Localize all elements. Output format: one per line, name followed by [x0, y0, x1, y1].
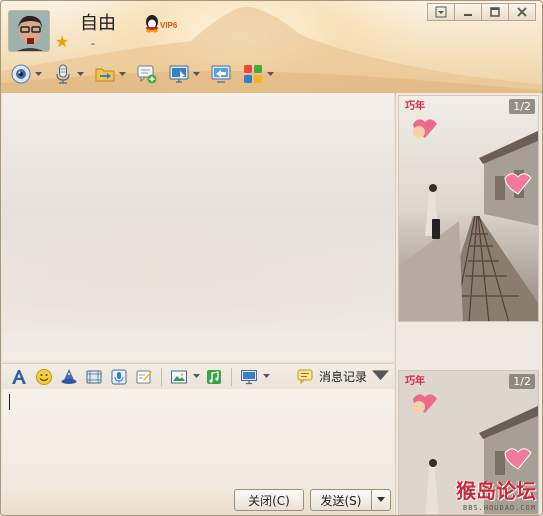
site-watermark: 猴岛论坛 BBS.HOUDAO.COM	[456, 475, 536, 512]
voice-message-icon	[111, 369, 127, 384]
chevron-down-icon	[372, 369, 390, 380]
message-history-icon	[297, 369, 313, 384]
contact-show-image[interactable]: 巧年 1/2	[398, 95, 539, 322]
microphone-icon	[56, 64, 70, 84]
maximize-button[interactable]	[481, 3, 509, 21]
video-camera-icon	[11, 64, 31, 84]
voice-message-button[interactable]	[108, 366, 130, 388]
show-pager-top[interactable]: 1/2	[509, 99, 535, 114]
voice-call-button[interactable]	[49, 61, 87, 87]
close-window-button[interactable]	[508, 3, 536, 21]
music-button[interactable]	[203, 366, 225, 388]
chevron-down-icon	[377, 497, 385, 502]
toolbar-separator	[161, 367, 162, 386]
screenshot-button[interactable]	[238, 366, 260, 388]
send-button[interactable]: 发送(S)	[310, 489, 372, 511]
chat-window: ★ 自由 - VIP6 消息记录 关闭(C) 发送(S) 巧年 1/2 巧年 1…	[0, 0, 543, 516]
chevron-down-icon	[267, 71, 274, 76]
chevron-down-icon[interactable]	[193, 374, 200, 379]
create-group-icon	[137, 65, 157, 84]
chevron-down-icon	[193, 71, 200, 76]
contact-name[interactable]: 自由	[80, 9, 116, 35]
text-cursor	[9, 394, 10, 410]
show-card-label: 巧年	[405, 374, 425, 387]
screen-share-icon	[211, 65, 231, 83]
message-history-button[interactable]: 消息记录	[297, 366, 390, 386]
message-history-area[interactable]	[2, 93, 394, 361]
chevron-down-icon	[35, 71, 42, 76]
create-group-button[interactable]	[133, 61, 161, 87]
chevron-down-icon	[77, 71, 84, 76]
chat-background-fog	[2, 213, 394, 333]
window-menu-button[interactable]	[427, 3, 455, 21]
message-input[interactable]	[2, 389, 394, 487]
shake-icon	[61, 368, 77, 384]
font-icon	[12, 369, 26, 384]
message-history-label: 消息记录	[319, 369, 368, 384]
penguin-icon: VIP6	[146, 15, 178, 33]
send-image-button[interactable]	[168, 366, 190, 388]
my-show-image[interactable]: 巧年 1/2 猴岛论坛 BBS.HOUDAO.COM	[398, 370, 539, 515]
vip-badge[interactable]: VIP6	[144, 13, 184, 33]
main-toolbar	[7, 59, 277, 89]
graffiti-button[interactable]	[133, 366, 155, 388]
show-card-label: 巧年	[405, 99, 425, 112]
chevron-down-icon[interactable]	[263, 374, 270, 379]
minimize-icon	[464, 14, 472, 16]
remote-desktop-button[interactable]	[165, 61, 203, 87]
chevron-down-icon	[119, 71, 126, 76]
close-button[interactable]: 关闭(C)	[234, 489, 304, 511]
window-controls	[427, 3, 536, 21]
railway-scene-image: 巧年	[399, 96, 538, 321]
apps-icon	[244, 65, 262, 83]
image-icon	[171, 370, 187, 383]
close-icon	[517, 7, 527, 17]
emoji-icon	[36, 368, 52, 385]
magic-expression-button[interactable]	[83, 366, 105, 388]
video-call-button[interactable]	[7, 61, 45, 87]
screen-share-button[interactable]	[207, 61, 235, 87]
send-options-button[interactable]	[371, 489, 391, 511]
vip-badge-text: VIP6	[160, 21, 178, 30]
toolbar-separator	[231, 367, 232, 386]
shake-button[interactable]	[58, 366, 80, 388]
show-pager-bottom[interactable]: 1/2	[509, 374, 535, 389]
minimize-button[interactable]	[454, 3, 482, 21]
screenshot-icon	[241, 369, 257, 384]
title-bar: ★ 自由 - VIP6	[1, 1, 542, 93]
star-level-icon[interactable]: ★	[55, 34, 71, 50]
magic-expression-icon	[86, 370, 102, 383]
show-panel: 巧年 1/2 巧年 1/2 猴岛论坛 BBS.HOUDAO.COM	[395, 93, 542, 515]
maximize-icon	[490, 7, 500, 17]
music-icon	[207, 369, 221, 384]
action-bar: 关闭(C) 发送(S)	[2, 487, 394, 515]
file-transfer-icon	[95, 68, 115, 82]
remote-desktop-icon	[169, 65, 189, 83]
emoji-button[interactable]	[33, 366, 55, 388]
watermark-url: BBS.HOUDAO.COM	[462, 504, 536, 512]
file-transfer-button[interactable]	[91, 61, 129, 87]
dropdown-icon	[435, 6, 447, 18]
contact-signature: -	[91, 37, 95, 50]
contact-avatar[interactable]	[8, 10, 50, 52]
apps-button[interactable]	[239, 61, 277, 87]
watermark-title: 猴岛论坛	[456, 479, 536, 503]
font-button[interactable]	[8, 366, 30, 388]
graffiti-icon	[136, 370, 152, 383]
